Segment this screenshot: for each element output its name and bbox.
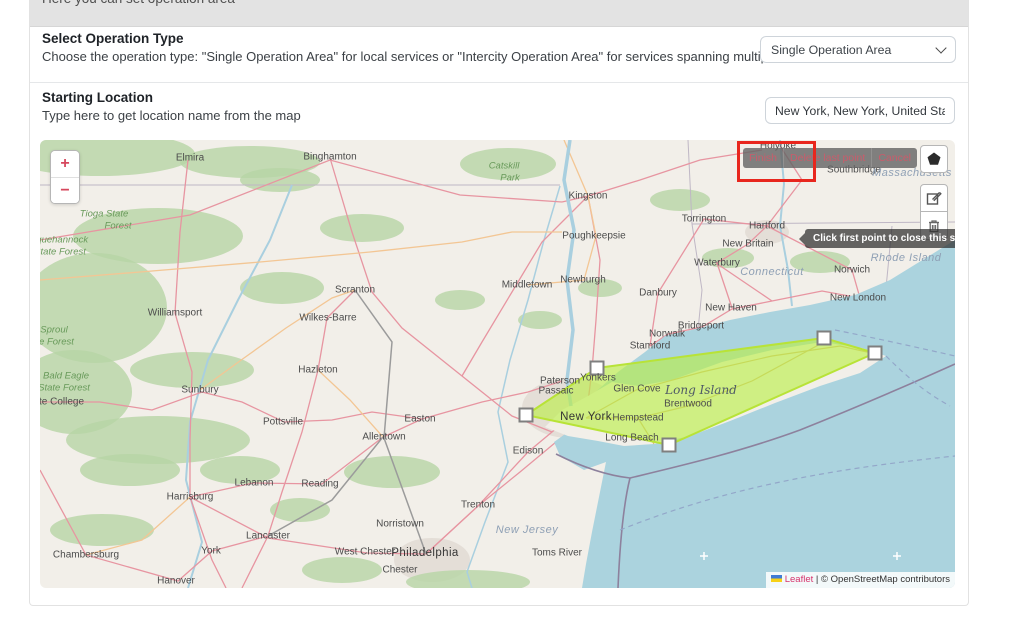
map-shape bbox=[240, 272, 324, 304]
map-shape bbox=[268, 437, 383, 536]
edit-layers-icon bbox=[926, 190, 942, 206]
delete-last-point-button[interactable]: Delete last point bbox=[783, 148, 871, 168]
finish-button[interactable]: Finish bbox=[743, 148, 783, 168]
draw-polygon-button[interactable] bbox=[920, 145, 948, 173]
operation-type-selected-value: Single Operation Area bbox=[771, 43, 891, 57]
operation-type-title: Select Operation Type bbox=[42, 31, 184, 46]
attribution-separator: | bbox=[813, 574, 821, 585]
draw-polygon-icon bbox=[926, 151, 942, 167]
starting-location-title: Starting Location bbox=[42, 90, 153, 105]
map-shape bbox=[688, 140, 692, 224]
polygon-vertex-handle[interactable] bbox=[663, 439, 676, 452]
polygon-vertex-handle[interactable] bbox=[591, 362, 604, 375]
card-header-strip: Here you can set operation area bbox=[30, 0, 968, 27]
map-canvas[interactable] bbox=[40, 140, 955, 588]
map-attribution: Leaflet | © OpenStreetMap contributors bbox=[766, 572, 955, 588]
map-shape bbox=[790, 251, 850, 273]
map-shape bbox=[564, 140, 574, 406]
map-shape bbox=[716, 263, 772, 301]
map-shape bbox=[40, 253, 167, 363]
starting-location-input[interactable] bbox=[765, 97, 955, 124]
map-shape bbox=[302, 557, 382, 583]
card-header-text: Here you can set operation area bbox=[42, 0, 235, 6]
leaflet-map[interactable]: ElmiraBinghamtonHolyokeSouthbridgeKingst… bbox=[40, 140, 955, 588]
zoom-control: + − bbox=[50, 150, 80, 204]
map-shape bbox=[702, 248, 754, 268]
draw-actions-toolbar: Finish Delete last point Cancel bbox=[743, 148, 917, 168]
operation-area-card: Here you can set operation area Select O… bbox=[29, 0, 969, 606]
map-shape bbox=[320, 214, 404, 242]
polygon-vertex-handle[interactable] bbox=[520, 409, 533, 422]
cancel-button[interactable]: Cancel bbox=[871, 148, 917, 168]
map-shape bbox=[650, 189, 710, 211]
map-shape bbox=[66, 416, 250, 464]
zoom-out-button[interactable]: − bbox=[51, 177, 79, 203]
ukraine-flag-icon bbox=[771, 575, 782, 582]
map-shape bbox=[578, 279, 622, 297]
operation-type-select[interactable]: Single Operation Area bbox=[760, 36, 956, 63]
operation-type-description: Choose the operation type: "Single Opera… bbox=[42, 49, 815, 64]
chevron-down-icon bbox=[935, 42, 946, 53]
map-shape bbox=[435, 290, 485, 310]
map-shape bbox=[460, 148, 556, 180]
zoom-in-button[interactable]: + bbox=[51, 151, 79, 177]
polygon-vertex-handle[interactable] bbox=[869, 347, 882, 360]
section-divider bbox=[30, 82, 968, 83]
osm-credit: © OpenStreetMap contributors bbox=[821, 574, 950, 585]
map-shape bbox=[200, 456, 280, 484]
draw-tooltip: Click first point to close this shape. bbox=[805, 229, 955, 248]
polygon-vertex-handle[interactable] bbox=[818, 332, 831, 345]
map-shape bbox=[318, 370, 383, 437]
map-shape bbox=[242, 290, 355, 588]
edit-layers-button[interactable] bbox=[920, 184, 948, 212]
draw-tools-toolbar bbox=[920, 145, 948, 240]
leaflet-link[interactable]: Leaflet bbox=[785, 574, 814, 585]
starting-location-description: Type here to get location name from the … bbox=[42, 108, 301, 123]
